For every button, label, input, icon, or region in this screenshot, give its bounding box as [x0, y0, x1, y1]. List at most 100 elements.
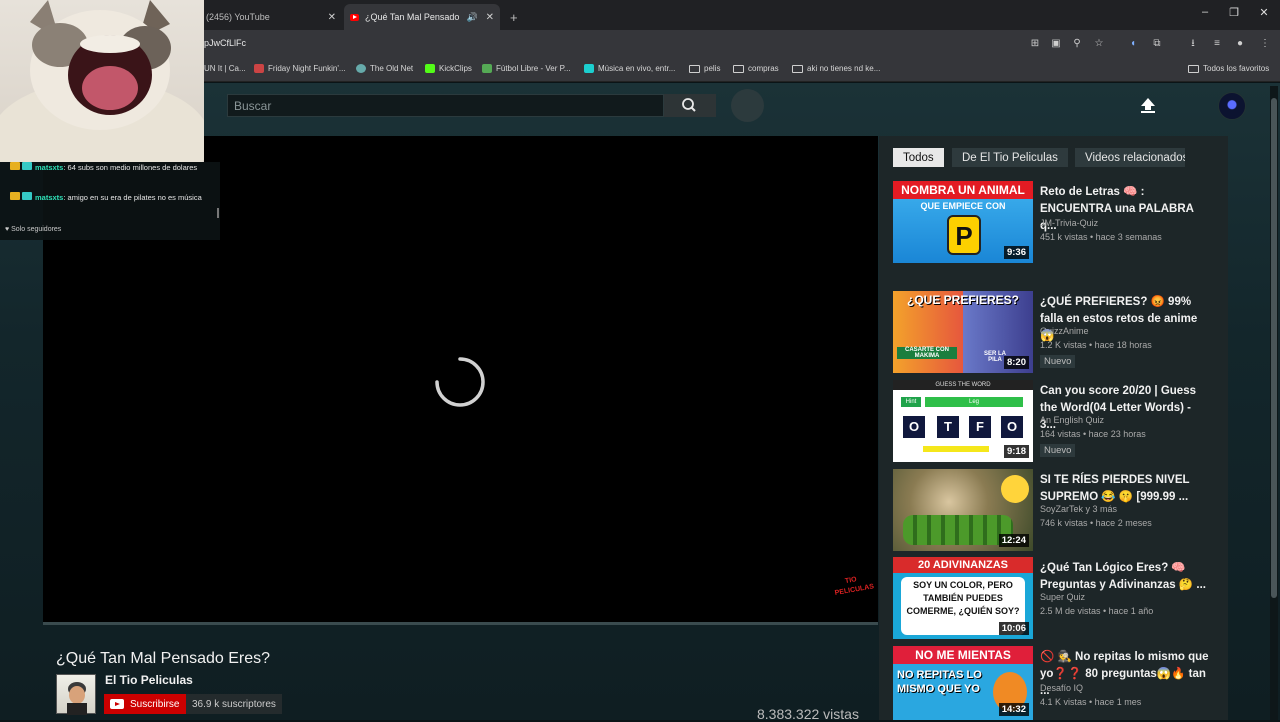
new-badge: Nuevo [1040, 444, 1076, 457]
chip-channel[interactable]: De El Tio Peliculas [952, 148, 1068, 167]
minimize-icon[interactable]: – [1197, 6, 1213, 18]
voice-search-button[interactable] [731, 89, 764, 122]
bookmark-item[interactable]: Friday Night Funkin'... [254, 64, 346, 73]
related-video-item[interactable]: GUESS THE WORD Hint Leg O T F O 9:18 Can… [893, 380, 1223, 462]
progress-bar-graphic [923, 446, 989, 452]
video-thumbnail[interactable]: NO ME MIENTAS NO REPITAS LO MISMO QUE YO… [893, 646, 1033, 720]
bookmark-item[interactable]: Música en vivo, entr... [584, 64, 675, 73]
related-video-channel[interactable]: An English Quiz [1040, 415, 1104, 425]
bookmark-item[interactable]: The Old Net [356, 64, 413, 73]
extensions-icon[interactable]: ⧉ [1151, 38, 1163, 50]
sub-badge-icon [22, 192, 32, 200]
translate-icon[interactable]: ⊞ [1029, 38, 1041, 50]
zoom-icon[interactable]: ⚲ [1071, 38, 1083, 50]
channel-avatar-image [67, 682, 87, 715]
close-window-icon[interactable]: ✕ [1256, 6, 1272, 19]
chat-message: matsxts: amigo en su era de pilates no e… [10, 192, 210, 204]
related-video-item[interactable]: 12:24 SI TE RÍES PIERDES NIVEL SUPREMO 😂… [893, 469, 1223, 551]
crown-badge-icon [10, 192, 20, 200]
bookmark-folder[interactable]: aki no tienes nd ke... [792, 64, 880, 73]
chip-related[interactable]: Videos relacionados [1075, 148, 1185, 167]
related-video-meta: 164 vistas • hace 23 horas [1040, 429, 1146, 439]
search-box[interactable]: Buscar [227, 94, 664, 117]
related-video-item[interactable]: NOMBRA UN ANIMAL QUE EMPIECE CON P 9:36 … [893, 181, 1223, 281]
menu-icon[interactable]: ⋮ [1259, 38, 1271, 50]
profile-icon[interactable]: ● [1234, 38, 1246, 50]
related-video-meta: 746 k vistas • hace 2 meses [1040, 518, 1152, 528]
related-video-item[interactable]: 20 ADIVINANZAS SOY UN COLOR, PERO TAMBIÉ… [893, 557, 1223, 639]
chat-scrollbar[interactable] [217, 208, 219, 218]
related-video-channel[interactable]: JM-Trivia-Quiz [1040, 218, 1098, 228]
bookmark-item[interactable]: KickClips [425, 64, 472, 73]
related-video-meta: 4.1 K vistas • hace 1 mes [1040, 697, 1142, 707]
bookmark-favicon-icon [482, 64, 492, 73]
media-icon[interactable]: ◖ [1127, 38, 1139, 50]
related-video-item[interactable]: NO ME MIENTAS NO REPITAS LO MISMO QUE YO… [893, 646, 1223, 720]
bookmark-folder[interactable]: pelis [689, 64, 720, 73]
search-input[interactable]: Buscar [234, 99, 271, 113]
new-badge: Nuevo [1040, 355, 1076, 368]
restore-icon[interactable]: ❐ [1226, 6, 1242, 19]
related-video-meta: 1.2 K vistas • hace 18 horas [1040, 340, 1152, 350]
loading-spinner-icon [435, 357, 485, 407]
bookmark-favicon-icon [356, 64, 366, 73]
queue-icon[interactable]: ≡ [1211, 38, 1223, 50]
video-thumbnail[interactable]: 12:24 [893, 469, 1033, 551]
tab-label: (2456) YouTube [206, 12, 270, 22]
related-video-title[interactable]: Can you score 20/20 | Guess the Word(04 … [1040, 383, 1210, 434]
all-bookmarks-folder[interactable]: Todos los favoritos [1188, 64, 1269, 73]
related-video-channel[interactable]: Desafío IQ [1040, 683, 1083, 693]
related-video-channel[interactable]: QuizzAnime [1040, 326, 1089, 336]
audio-icon[interactable]: 🔊 [467, 12, 478, 23]
bookmark-item[interactable]: UN It | Ca... [204, 64, 246, 73]
subscribe-button[interactable]: Suscribirse [104, 694, 186, 714]
account-avatar[interactable] [1218, 92, 1246, 120]
close-tab-icon[interactable]: ✕ [486, 12, 494, 23]
duration-badge: 9:18 [1003, 445, 1029, 458]
star-icon[interactable]: ☆ [1093, 38, 1105, 50]
related-video-title[interactable]: ¿Qué Tan Lógico Eres? 🧠 Preguntas y Adiv… [1040, 560, 1210, 594]
video-thumbnail[interactable]: NOMBRA UN ANIMAL QUE EMPIECE CON P 9:36 [893, 181, 1033, 263]
bookmark-folder[interactable]: compras [733, 64, 779, 73]
channel-name[interactable]: El Tio Peliculas [105, 673, 193, 687]
video-thumbnail[interactable]: GUESS THE WORD Hint Leg O T F O 9:18 [893, 380, 1033, 462]
progress-bar[interactable] [43, 622, 878, 625]
browser-tab-youtube[interactable]: (2456) YouTube ✕ [200, 4, 342, 30]
subscriber-count: 36.9 k suscriptores [186, 694, 282, 714]
close-tab-icon[interactable]: ✕ [328, 12, 336, 23]
duration-badge: 10:06 [998, 622, 1029, 635]
chat-message: matsxts: 64 subs son medio millones de d… [10, 162, 210, 174]
chip-todos[interactable]: Todos [893, 148, 944, 167]
download-icon[interactable]: ⭳ [1187, 38, 1199, 50]
duration-badge: 9:36 [1003, 246, 1029, 259]
page-scrollbar-thumb[interactable] [1271, 98, 1277, 598]
duration-badge: 14:32 [998, 703, 1029, 716]
crown-badge-icon [10, 162, 20, 170]
video-thumbnail[interactable]: ¿QUE PREFIERES? CASARTE CON MAKIMA SER L… [893, 291, 1033, 373]
sub-badge-icon [22, 162, 32, 170]
url-field[interactable]: pJwCfLlFc [204, 38, 246, 48]
tab-label: ¿Qué Tan Mal Pensado Eres? [365, 12, 461, 22]
folder-icon [733, 64, 744, 73]
laughing-emoji-icon [1001, 475, 1029, 503]
related-video-title[interactable]: ¿QUÉ PREFIERES? 😡 99% falla en estos ret… [1040, 294, 1210, 345]
search-button[interactable] [664, 94, 716, 117]
video-title: ¿Qué Tan Mal Pensado Eres? [56, 650, 271, 667]
bookmark-item[interactable]: Fútbol Libre - Ver P... [482, 64, 571, 73]
new-tab-icon[interactable]: + [504, 4, 524, 30]
upload-icon[interactable] [1139, 96, 1157, 114]
related-video-channel[interactable]: Super Quiz [1040, 592, 1085, 602]
install-icon[interactable]: ▣ [1050, 38, 1062, 50]
related-video-title[interactable]: SI TE RÍES PIERDES NIVEL SUPREMO 😂 🤫 [99… [1040, 472, 1210, 506]
related-video-channel[interactable]: SoyZarTek y 3 más [1040, 504, 1117, 514]
stream-chat-overlay: matsxts: 64 subs son medio millones de d… [0, 162, 220, 240]
related-video-meta: 451 k vistas • hace 3 semanas [1040, 232, 1162, 242]
search-icon [682, 98, 696, 112]
related-video-item[interactable]: ¿QUE PREFIERES? CASARTE CON MAKIMA SER L… [893, 291, 1223, 373]
bookmark-favicon-icon [584, 64, 594, 73]
duration-badge: 12:24 [998, 534, 1029, 547]
chat-mode-label: ♥ Solo seguidores [5, 226, 62, 233]
video-thumbnail[interactable]: 20 ADIVINANZAS SOY UN COLOR, PERO TAMBIÉ… [893, 557, 1033, 639]
channel-avatar[interactable] [56, 674, 96, 715]
browser-tab-active[interactable]: ¿Qué Tan Mal Pensado Eres? 🔊 ✕ [344, 4, 500, 30]
